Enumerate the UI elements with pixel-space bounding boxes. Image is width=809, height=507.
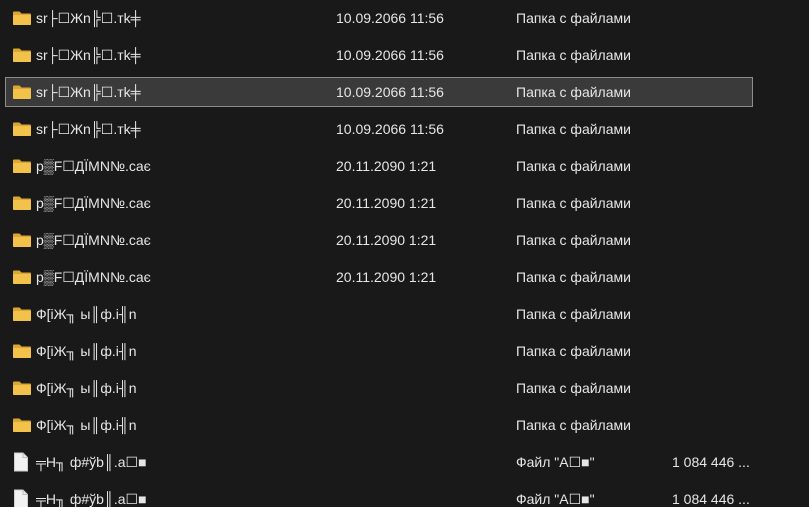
item-type: Папка с файлами	[516, 343, 631, 359]
item-size	[672, 189, 754, 217]
item-name: Ф[iЖ╖ ы║ф.i╢n	[36, 343, 137, 359]
item-type: Файл "A☐■"	[516, 454, 595, 470]
item-type: Папка с файлами	[516, 195, 631, 211]
item-type: Папка с файлами	[516, 47, 631, 63]
file-row[interactable]: sr├☐Жn╠☐.тk╪ 10.09.2066 11:56 Папка с файл…	[5, 77, 753, 107]
folder-icon	[12, 306, 32, 322]
item-date-modified: 20.11.2090 1:21	[336, 269, 437, 285]
item-type: Папка с файлами	[516, 84, 631, 100]
item-size	[672, 152, 754, 180]
item-size	[672, 337, 754, 365]
file-row[interactable]: Ф[iЖ╖ ы║ф.i╢n Папка с файлами	[5, 299, 753, 329]
item-size	[672, 4, 754, 32]
item-name: ╤H╖ ф#ўb║.a☐■	[36, 454, 147, 470]
item-name: sr├☐Жn╠☐.тk╪	[36, 47, 141, 63]
file-row[interactable]: p▒F☐ДÏMN№.caє 20.11.2090 1:21 Папка с файл…	[5, 151, 753, 181]
file-row[interactable]: sr├☐Жn╠☐.тk╪ 10.09.2066 11:56 Папка с файл…	[5, 40, 753, 70]
item-size	[672, 374, 754, 402]
file-row[interactable]: sr├☐Жn╠☐.тk╪ 10.09.2066 11:56 Папка с файл…	[5, 3, 753, 33]
file-row[interactable]: p▒F☐ДÏMN№.caє 20.11.2090 1:21 Папка с файл…	[5, 188, 753, 218]
file-row[interactable]: ╤H╖ ф#ўb║.a☐■ Файл "A☐■" 1 084 446 ...	[5, 484, 753, 507]
item-date-modified: 20.11.2090 1:21	[336, 232, 437, 248]
file-row[interactable]: Ф[iЖ╖ ы║ф.i╢n Папка с файлами	[5, 336, 753, 366]
item-date-modified	[336, 448, 506, 476]
folder-icon	[12, 343, 32, 359]
folder-icon	[12, 232, 32, 248]
item-size	[672, 263, 754, 291]
item-type: Папка с файлами	[516, 417, 631, 433]
item-type: Папка с файлами	[516, 121, 631, 137]
file-icon	[13, 452, 29, 472]
file-row[interactable]: Ф[iЖ╖ ы║ф.i╢n Папка с файлами	[5, 373, 753, 403]
file-list: sr├☐Жn╠☐.тk╪ 10.09.2066 11:56 Папка с файл…	[0, 0, 809, 507]
item-name: sr├☐Жn╠☐.тk╪	[36, 121, 141, 137]
item-name: ╤H╖ ф#ўb║.a☐■	[36, 491, 147, 507]
folder-icon	[12, 121, 32, 137]
item-size	[672, 78, 754, 106]
item-size	[672, 411, 754, 439]
item-size	[672, 115, 754, 143]
item-size: 1 084 446 ...	[672, 491, 750, 507]
item-date-modified	[336, 300, 506, 328]
item-name: Ф[iЖ╖ ы║ф.i╢n	[36, 417, 137, 433]
item-date-modified: 10.09.2066 11:56	[336, 47, 444, 63]
folder-icon	[12, 417, 32, 433]
folder-icon	[12, 158, 32, 174]
folder-icon	[12, 84, 32, 100]
folder-icon	[12, 380, 32, 396]
item-date-modified: 20.11.2090 1:21	[336, 195, 437, 211]
folder-icon	[12, 47, 32, 63]
item-date-modified	[336, 485, 506, 507]
item-name: Ф[iЖ╖ ы║ф.i╢n	[36, 306, 137, 322]
file-row[interactable]: Ф[iЖ╖ ы║ф.i╢n Папка с файлами	[5, 410, 753, 440]
item-size: 1 084 446 ...	[672, 454, 750, 470]
item-name: p▒F☐ДÏMN№.caє	[36, 195, 151, 211]
file-row[interactable]: sr├☐Жn╠☐.тk╪ 10.09.2066 11:56 Папка с файл…	[5, 114, 753, 144]
item-name: p▒F☐ДÏMN№.caє	[36, 158, 151, 174]
item-size	[672, 226, 754, 254]
item-type: Папка с файлами	[516, 158, 631, 174]
item-date-modified: 10.09.2066 11:56	[336, 84, 444, 100]
item-name: p▒F☐ДÏMN№.caє	[36, 232, 151, 248]
item-date-modified	[336, 411, 506, 439]
item-date-modified	[336, 337, 506, 365]
item-name: Ф[iЖ╖ ы║ф.i╢n	[36, 380, 137, 396]
item-date-modified: 20.11.2090 1:21	[336, 158, 437, 174]
file-row[interactable]: p▒F☐ДÏMN№.caє 20.11.2090 1:21 Папка с файл…	[5, 262, 753, 292]
item-type: Папка с файлами	[516, 10, 631, 26]
item-name: sr├☐Жn╠☐.тk╪	[36, 10, 141, 26]
item-name: sr├☐Жn╠☐.тk╪	[36, 84, 141, 100]
item-size	[672, 300, 754, 328]
folder-icon	[12, 195, 32, 211]
file-icon	[13, 489, 29, 507]
item-date-modified: 10.09.2066 11:56	[336, 121, 444, 137]
item-type: Файл "A☐■"	[516, 491, 595, 507]
item-type: Папка с файлами	[516, 306, 631, 322]
item-type: Папка с файлами	[516, 380, 631, 396]
item-type: Папка с файлами	[516, 232, 631, 248]
item-name: p▒F☐ДÏMN№.caє	[36, 269, 151, 285]
file-row[interactable]: p▒F☐ДÏMN№.caє 20.11.2090 1:21 Папка с файл…	[5, 225, 753, 255]
item-date-modified: 10.09.2066 11:56	[336, 10, 444, 26]
item-date-modified	[336, 374, 506, 402]
item-type: Папка с файлами	[516, 269, 631, 285]
folder-icon	[12, 10, 32, 26]
folder-icon	[12, 269, 32, 285]
item-size	[672, 41, 754, 69]
file-row[interactable]: ╤H╖ ф#ўb║.a☐■ Файл "A☐■" 1 084 446 ...	[5, 447, 753, 477]
